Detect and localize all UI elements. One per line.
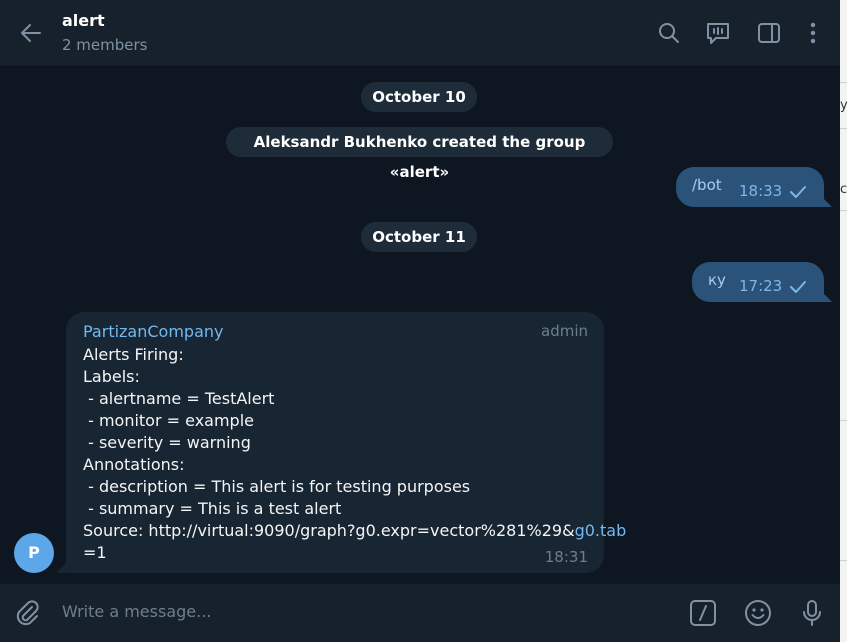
message-text: /bot [692,176,722,194]
source-line: Source: http://virtual:9090/graph?g0.exp… [83,520,626,542]
read-check-icon [790,281,806,293]
bubble-tail [820,195,832,207]
live-chat-icon[interactable] [704,19,732,47]
message-time: 18:31 [544,548,588,566]
chat-title[interactable]: alert [62,11,105,30]
message-input[interactable] [62,602,662,621]
outgoing-message[interactable]: ку 17:23 [692,262,824,302]
message-time: 18:33 [739,182,783,200]
message-line: - alertname = TestAlert [83,389,275,408]
message-line: - severity = warning [83,433,251,452]
message-body: Alerts Firing: Labels: - alertname = Test… [83,344,626,564]
message-line: - monitor = example [83,411,254,430]
bot-commands-icon[interactable] [688,598,718,628]
outgoing-message[interactable]: /bot 18:33 [676,167,824,207]
message-text: ку [708,271,726,289]
message-composer [0,584,840,642]
message-line: - summary = This is a test alert [83,499,342,518]
member-count[interactable]: 2 members [62,36,148,54]
message-time: 17:23 [739,277,783,295]
message-line: - description = This alert is for testin… [83,477,471,496]
incoming-message[interactable]: PartizanCompany admin Alerts Firing: Labe… [66,312,626,573]
microphone-icon[interactable] [797,598,827,628]
search-icon[interactable] [655,19,683,47]
attach-icon[interactable] [12,598,42,628]
avatar[interactable]: P [14,533,54,573]
sender-name[interactable]: PartizanCompany [83,322,224,341]
date-separator: October 11 [361,222,477,252]
message-line: Alerts Firing: [83,345,184,364]
chat-header: alert 2 members [0,0,840,67]
source-link[interactable]: g0.tab [575,521,627,540]
message-line: Annotations: [83,455,185,474]
background-window-edge: у с [840,0,847,642]
date-separator: October 10 [361,82,477,112]
sidebar-toggle-icon[interactable] [755,19,783,47]
emoji-icon[interactable] [743,598,773,628]
more-options-icon[interactable] [799,19,827,47]
back-arrow-icon[interactable] [18,20,44,46]
bubble-tail [820,290,832,302]
message-line: Labels: [83,367,140,386]
service-message: Aleksandr Bukhenko created the group «al… [226,127,613,181]
read-check-icon [790,186,806,198]
source-text: Source: http://virtual:9090/graph?g0.exp… [83,521,575,540]
admin-badge: admin [541,322,588,340]
